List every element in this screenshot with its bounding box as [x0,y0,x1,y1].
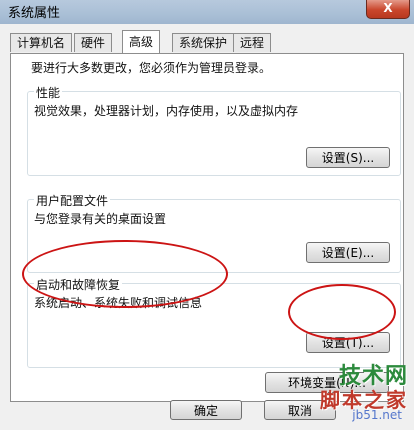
watermark-url: jb51.net [352,408,402,422]
performance-settings-button[interactable]: 设置(S)... [306,147,390,168]
performance-desc: 视觉效果，处理器计划，内存使用，以及虚拟内存 [34,104,299,118]
ok-button[interactable]: 确定 [170,400,242,420]
close-button[interactable]: X [366,0,410,19]
advanced-tab-panel: 要进行大多数更改，您必须作为管理员登录。 性能 视觉效果，处理器计划，内存使用，… [10,53,404,402]
tab-remote[interactable]: 远程 [233,33,272,52]
startup-recovery-title: 启动和故障恢复 [34,276,123,293]
startup-recovery-desc: 系统启动、系统失败和调试信息 [34,296,203,310]
startup-recovery-group: 启动和故障恢复 系统启动、系统失败和调试信息 设置(T)... [27,276,401,368]
tab-computer-name[interactable]: 计算机名 [10,33,73,52]
window-title: 系统属性 [8,6,61,21]
tab-system-protection[interactable]: 系统保护 [172,33,235,52]
tab-hardware[interactable]: 硬件 [74,33,113,52]
admin-notice: 要进行大多数更改，您必须作为管理员登录。 [31,61,272,75]
tab-advanced[interactable]: 高级 [122,30,161,53]
performance-title: 性能 [34,84,63,101]
user-profiles-desc: 与您登录有关的桌面设置 [34,212,167,226]
performance-group: 性能 视觉效果，处理器计划，内存使用，以及虚拟内存 设置(S)... [27,84,401,176]
user-profiles-group: 用户配置文件 与您登录有关的桌面设置 设置(E)... [27,192,401,273]
user-profiles-settings-button[interactable]: 设置(E)... [306,242,390,263]
user-profiles-title: 用户配置文件 [34,192,111,209]
title-bar[interactable]: 系统属性 X [0,0,414,25]
startup-recovery-settings-button[interactable]: 设置(T)... [306,332,390,353]
